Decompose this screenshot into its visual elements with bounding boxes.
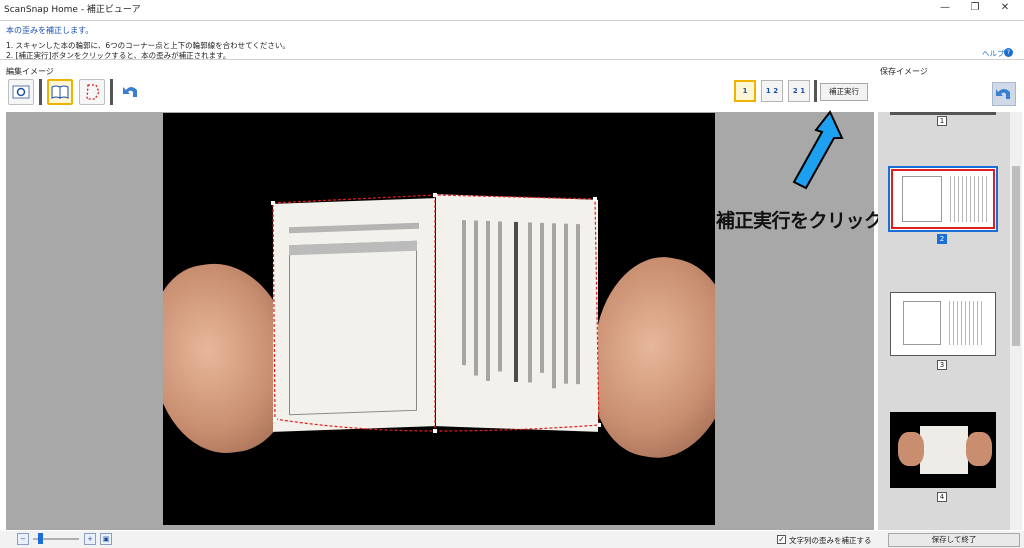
save-undo-button[interactable] <box>992 82 1016 106</box>
toolbar-separator <box>814 80 817 102</box>
saved-images-panel[interactable]: 1 2 3 4 <box>878 112 1020 530</box>
scrollbar-thumb[interactable] <box>1012 166 1020 346</box>
dotted-selection-icon <box>86 84 100 100</box>
save-and-exit-button[interactable]: 保存して終了 <box>888 533 1020 547</box>
two-page-left-right-button[interactable]: 1 2 <box>761 80 783 102</box>
thumbnail-2-image[interactable] <box>888 166 998 232</box>
open-book-icon <box>51 85 69 99</box>
thumbnail-1-image[interactable] <box>890 112 996 115</box>
scanned-image-canvas[interactable] <box>163 113 715 525</box>
restore-icon[interactable]: ❐ <box>960 0 990 16</box>
zoom-in-icon[interactable]: + <box>84 533 96 545</box>
thumbnail-3-image[interactable] <box>890 292 996 356</box>
book-view-icon <box>12 85 30 99</box>
instruction-heading: 本の歪みを補正します。 <box>6 26 94 35</box>
zoom-out-icon[interactable]: − <box>17 533 29 545</box>
finger-removal-button[interactable] <box>79 79 105 105</box>
undo-button[interactable] <box>118 79 144 105</box>
single-page-label: 1 <box>742 87 748 95</box>
edit-image-label: 編集イメージ <box>6 67 54 76</box>
two-page-rtl-label: 2 1 <box>792 87 806 95</box>
saved-image-label: 保存イメージ <box>880 67 928 76</box>
single-page-button[interactable]: 1 <box>734 80 756 102</box>
instruction-step-2: 2. [補正実行]ボタンをクリックすると、本の歪みが補正されます。 <box>6 51 231 60</box>
book-contour-overlay[interactable] <box>163 113 715 525</box>
two-page-ltr-label: 1 2 <box>765 87 779 95</box>
annotation-text: 補正実行をクリック <box>716 210 883 232</box>
thumbnail-1-number: 1 <box>937 116 947 126</box>
help-link[interactable]: ヘルプ <box>982 48 1005 59</box>
title-bar: ScanSnap Home - 補正ビューア — ❐ ✕ <box>0 0 1024 16</box>
view-page-button[interactable] <box>8 79 34 105</box>
text-line-correction-label: 文字列の歪みを補正する <box>789 536 872 545</box>
instruction-panel: 本の歪みを補正します。 1. スキャンした本の輪郭に、6つのコーナー点と上下の輪… <box>0 20 1024 60</box>
thumbnail-3-number: 3 <box>937 360 947 370</box>
close-icon[interactable]: ✕ <box>990 0 1020 16</box>
two-page-right-left-button[interactable]: 2 1 <box>788 80 810 102</box>
toolbar-separator <box>110 79 113 105</box>
undo-icon <box>123 87 137 97</box>
thumbnail-4-number: 4 <box>937 492 947 502</box>
thumbnail-2-number: 2 <box>937 234 947 244</box>
minimize-icon[interactable]: — <box>930 0 960 16</box>
toolbar-separator <box>39 79 42 105</box>
thumbnail-4-image[interactable] <box>890 412 996 488</box>
fit-to-window-icon[interactable]: ▣ <box>100 533 112 545</box>
zoom-slider-knob[interactable] <box>38 533 43 544</box>
text-line-correction-checkbox[interactable]: ✓ <box>777 535 786 544</box>
execute-correction-button[interactable]: 補正実行 <box>820 83 868 101</box>
help-icon[interactable]: ? <box>1004 48 1013 57</box>
annotation-arrow-icon <box>792 110 844 190</box>
undo-icon <box>996 89 1010 99</box>
book-correction-mode-button[interactable] <box>47 79 73 105</box>
window-title: ScanSnap Home - 補正ビューア <box>4 5 141 15</box>
